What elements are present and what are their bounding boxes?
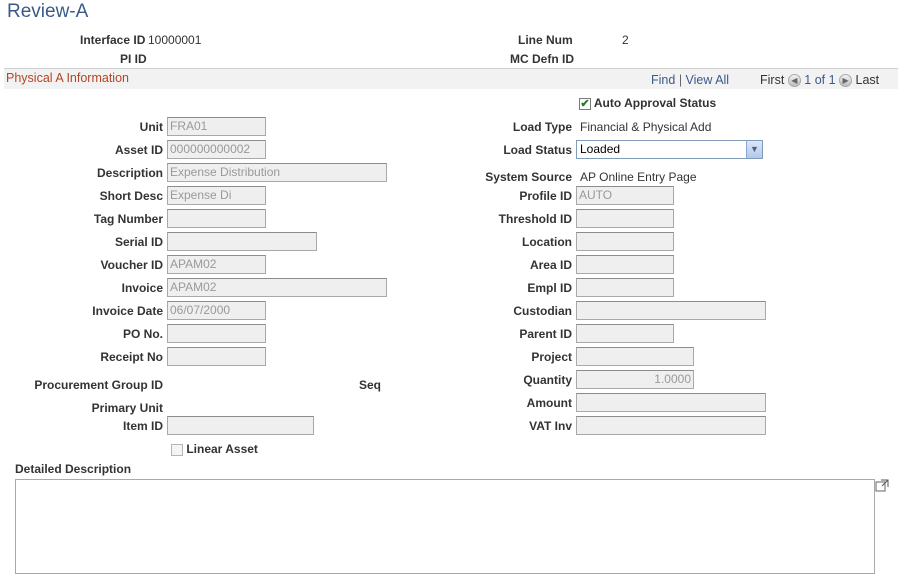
unit-label: Unit <box>139 120 163 134</box>
short-desc-field[interactable]: Expense Di <box>167 186 266 205</box>
nav-separator: | <box>678 73 683 87</box>
invoice-field[interactable]: APAM02 <box>167 278 387 297</box>
grid-nav-find-viewall: Find | View All <box>651 73 729 87</box>
row-range: 1 of 1 <box>804 73 836 87</box>
custodian-label: Custodian <box>513 304 572 318</box>
invoice-date-label: Invoice Date <box>92 304 163 318</box>
short-desc-label: Short Desc <box>99 189 163 203</box>
item-id-field[interactable] <box>167 416 314 435</box>
location-field[interactable] <box>576 232 674 251</box>
amount-field[interactable] <box>576 393 766 412</box>
procurement-group-id-label: Procurement Group ID <box>34 378 163 392</box>
asset-id-field[interactable]: 000000000002 <box>167 140 266 159</box>
tag-number-field[interactable] <box>167 209 266 228</box>
system-source-label: System Source <box>485 170 572 184</box>
profile-id-label: Profile ID <box>519 189 572 203</box>
serial-id-label: Serial ID <box>114 235 163 249</box>
receipt-no-field[interactable] <box>167 347 266 366</box>
quantity-label: Quantity <box>523 373 572 387</box>
vat-inv-field[interactable] <box>576 416 766 435</box>
interface-id-label: Interface ID <box>80 33 146 47</box>
seq-label: Seq <box>359 378 382 392</box>
voucher-id-field[interactable]: APAM02 <box>167 255 266 274</box>
mc-defn-id-label: MC Defn ID <box>510 52 574 66</box>
linear-asset-checkbox[interactable] <box>171 443 183 456</box>
threshold-id-label: Threshold ID <box>498 212 572 226</box>
first-label: First <box>760 73 785 87</box>
unit-field[interactable]: FRA01 <box>167 117 266 136</box>
auto-approval-label: Auto Approval Status <box>593 96 717 110</box>
section-title: Physical A Information <box>6 71 129 85</box>
prev-arrow-icon[interactable]: ◀ <box>787 74 801 88</box>
threshold-id-field[interactable] <box>576 209 674 228</box>
invoice-date-field[interactable]: 06/07/2000 <box>167 301 266 320</box>
page-title: Review-A <box>7 1 89 22</box>
detailed-description-label: Detailed Description <box>15 462 132 476</box>
load-type-value: Financial & Physical Add <box>580 120 712 134</box>
linear-asset[interactable]: Linear Asset <box>171 442 258 456</box>
view-all-link[interactable]: View All <box>686 73 730 87</box>
description-label: Description <box>96 166 163 180</box>
project-label: Project <box>531 350 572 364</box>
linear-asset-label: Linear Asset <box>186 442 258 456</box>
parent-id-label: Parent ID <box>519 327 572 341</box>
grid-nav-paging: First ◀ 1 of 1 ▶ Last <box>760 73 880 88</box>
interface-id-value: 10000001 <box>148 33 202 47</box>
area-id-label: Area ID <box>529 258 572 272</box>
system-source-value: AP Online Entry Page <box>580 170 697 184</box>
line-num-label: Line Num <box>518 33 573 47</box>
description-field[interactable]: Expense Distribution <box>167 163 387 182</box>
parent-id-field[interactable] <box>576 324 674 343</box>
profile-id-field[interactable]: AUTO <box>576 186 674 205</box>
auto-approval-checkbox[interactable]: ✔ <box>579 97 591 110</box>
area-id-field[interactable] <box>576 255 674 274</box>
tag-number-label: Tag Number <box>93 212 163 226</box>
serial-id-field[interactable] <box>167 232 317 251</box>
quantity-field[interactable]: 1.0000 <box>576 370 694 389</box>
find-link[interactable]: Find <box>651 73 675 87</box>
chevron-down-icon[interactable]: ▼ <box>746 141 762 158</box>
invoice-label: Invoice <box>121 281 163 295</box>
load-status-value: Loaded <box>580 142 621 156</box>
pi-id-label: PI ID <box>120 52 147 66</box>
expand-icon[interactable] <box>875 479 889 492</box>
voucher-id-label: Voucher ID <box>100 258 163 272</box>
primary-unit-label: Primary Unit <box>91 401 163 415</box>
load-status-select[interactable]: Loaded ▼ <box>576 140 763 159</box>
po-no-field[interactable] <box>167 324 266 343</box>
amount-label: Amount <box>526 396 572 410</box>
next-arrow-icon[interactable]: ▶ <box>839 74 853 88</box>
item-id-label: Item ID <box>122 419 163 433</box>
location-label: Location <box>522 235 572 249</box>
detailed-description-textarea[interactable] <box>15 479 875 574</box>
line-num-value: 2 <box>622 33 629 47</box>
project-field[interactable] <box>576 347 694 366</box>
load-status-label: Load Status <box>503 143 572 157</box>
receipt-no-label: Receipt No <box>100 350 163 364</box>
empl-id-field[interactable] <box>576 278 674 297</box>
vat-inv-label: VAT Inv <box>529 419 572 433</box>
custodian-field[interactable] <box>576 301 766 320</box>
empl-id-label: Empl ID <box>527 281 572 295</box>
asset-id-label: Asset ID <box>114 143 163 157</box>
load-type-label: Load Type <box>512 120 572 134</box>
last-label: Last <box>855 73 880 87</box>
po-no-label: PO No. <box>122 327 163 341</box>
auto-approval-status[interactable]: ✔ Auto Approval Status <box>579 96 716 110</box>
